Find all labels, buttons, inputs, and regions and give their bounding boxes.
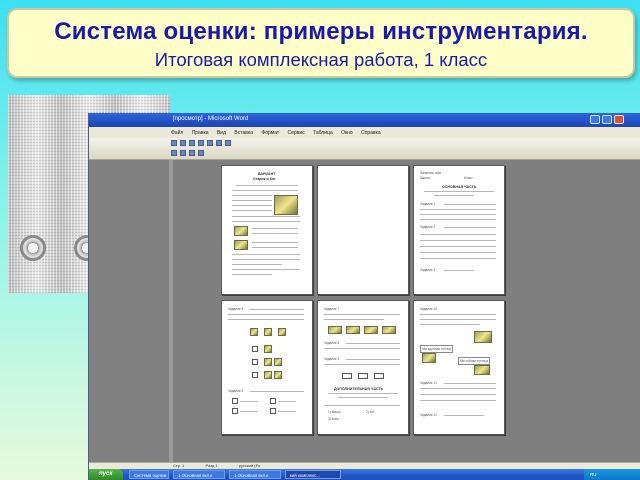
document-page: Фамилия, имя Школа Класс ОСНОВНАЯ ЧАСТЬ … (413, 165, 505, 295)
toolbar-row (171, 150, 204, 158)
status-page: Стр. 1 (173, 463, 185, 468)
system-tray: RU (584, 469, 640, 480)
task-label: Задание 12 (420, 413, 438, 417)
task-label: Задание 10 (420, 307, 438, 311)
status-section: Разд 1 (205, 463, 218, 468)
taskbar-item[interactable]: 1 Основная вкл.к (229, 470, 281, 479)
class-field-label: Класс (464, 176, 473, 180)
shrink-icon[interactable] (198, 150, 204, 156)
task-label: Задание 5 (228, 307, 244, 311)
name-field-label: Фамилия, имя (420, 171, 442, 175)
matching-label: Мы сдобная птичка (420, 345, 453, 353)
document-page-blank (317, 165, 409, 295)
answer-option: 2) Кот (366, 410, 375, 414)
minimize-icon[interactable] (590, 115, 600, 124)
one-page-icon[interactable] (171, 150, 177, 156)
word-statusbar: Стр. 1 Разд 1 русский (Ро (89, 462, 640, 469)
vertical-ruler (169, 160, 173, 462)
menu-format[interactable]: Формат (261, 130, 279, 136)
task-label: Задание 11 (420, 381, 437, 385)
start-button[interactable]: пуск (89, 469, 123, 480)
task-label: Задание 1 (420, 202, 436, 206)
menu-insert[interactable]: Вставка (234, 130, 253, 136)
taskbar-item[interactable]: Система оценки (129, 470, 169, 479)
page-subheading: Старик и Кот (253, 177, 276, 181)
word-window-title: [просмотр] - Microsoft Word (173, 116, 249, 122)
answer-option: 3) Конь (328, 417, 339, 421)
print-icon[interactable] (198, 140, 204, 146)
left-margin-area (89, 160, 169, 460)
menu-table[interactable]: Таблица (313, 130, 333, 136)
page-heading: ОСНОВНАЯ ЧАСТЬ (442, 185, 477, 189)
document-page: ВАРИАНТ Старик и Кот (221, 165, 313, 295)
status-language: русский (Ро (238, 463, 261, 468)
document-page: Задание 7 Задание 8 Задание 9 ДОПОЛНИТЕЛ… (317, 300, 409, 435)
title-banner: Система оценки: примеры инструментария. … (7, 8, 635, 78)
help-icon[interactable] (225, 140, 231, 146)
task-label: Задание 9 (324, 357, 340, 361)
close-preview-icon[interactable] (216, 140, 222, 146)
fullscreen-icon[interactable] (189, 150, 195, 156)
matching-label: Мы собаки и птица (458, 357, 491, 365)
menu-help[interactable]: Справка (361, 130, 381, 136)
windows-taskbar: пуск Система оценки 1 Основная вкл.к 1 О… (89, 469, 640, 480)
bird-illustration (234, 240, 248, 250)
menu-edit[interactable]: Правка (192, 130, 209, 136)
school-field-label: Школа (420, 176, 430, 180)
horse-illustration (234, 226, 248, 236)
zoom-icon[interactable] (207, 140, 213, 146)
word-toolbar (89, 138, 640, 160)
maximize-icon[interactable] (602, 115, 612, 124)
document-page: Задание 10 Мы сдобная птичка Мы собаки и… (413, 300, 505, 435)
document-page: Задание 5 Задание 6 (221, 300, 313, 435)
menu-window[interactable]: Окно (341, 130, 353, 136)
task-label: Задание 8 (324, 341, 340, 345)
menu-tools[interactable]: Сервис (288, 130, 305, 136)
window-controls (590, 115, 624, 124)
taskbar-item-active[interactable]: кий комплекс... (285, 470, 341, 479)
page-heading: ДОПОЛНИТЕЛЬНАЯ ЧАСТЬ (334, 387, 384, 391)
save-icon[interactable] (189, 140, 195, 146)
open-icon[interactable] (180, 140, 186, 146)
menu-file[interactable]: Файл (171, 130, 183, 136)
taskbar-item[interactable]: 1 Основная вкл.к (173, 470, 225, 479)
task-label: Задание 2 (420, 225, 436, 229)
slide-subtitle: Итоговая комплексная работа, 1 класс (154, 49, 488, 70)
word-menubar: Файл Правка Вид Вставка Формат Сервис Та… (89, 127, 640, 138)
toolbar-row (171, 140, 231, 148)
menu-view[interactable]: Вид (217, 130, 226, 136)
word-titlebar: [просмотр] - Microsoft Word (89, 113, 640, 127)
page-heading: ВАРИАНТ (258, 172, 276, 176)
close-icon[interactable] (614, 115, 624, 124)
task-label: Задание 7 (324, 307, 340, 311)
task-label: Задание 6 (228, 389, 244, 393)
word-window-screenshot: [просмотр] - Microsoft Word Файл Правка … (88, 113, 640, 480)
task-label: Задание 3 (420, 268, 436, 272)
multi-page-icon[interactable] (180, 150, 186, 156)
new-doc-icon[interactable] (171, 140, 177, 146)
binder-ring-icon (20, 235, 46, 261)
cat-illustration (274, 195, 298, 215)
answer-option: 1) Маша (328, 410, 341, 414)
slide-title: Система оценки: примеры инструментария. (54, 18, 588, 45)
